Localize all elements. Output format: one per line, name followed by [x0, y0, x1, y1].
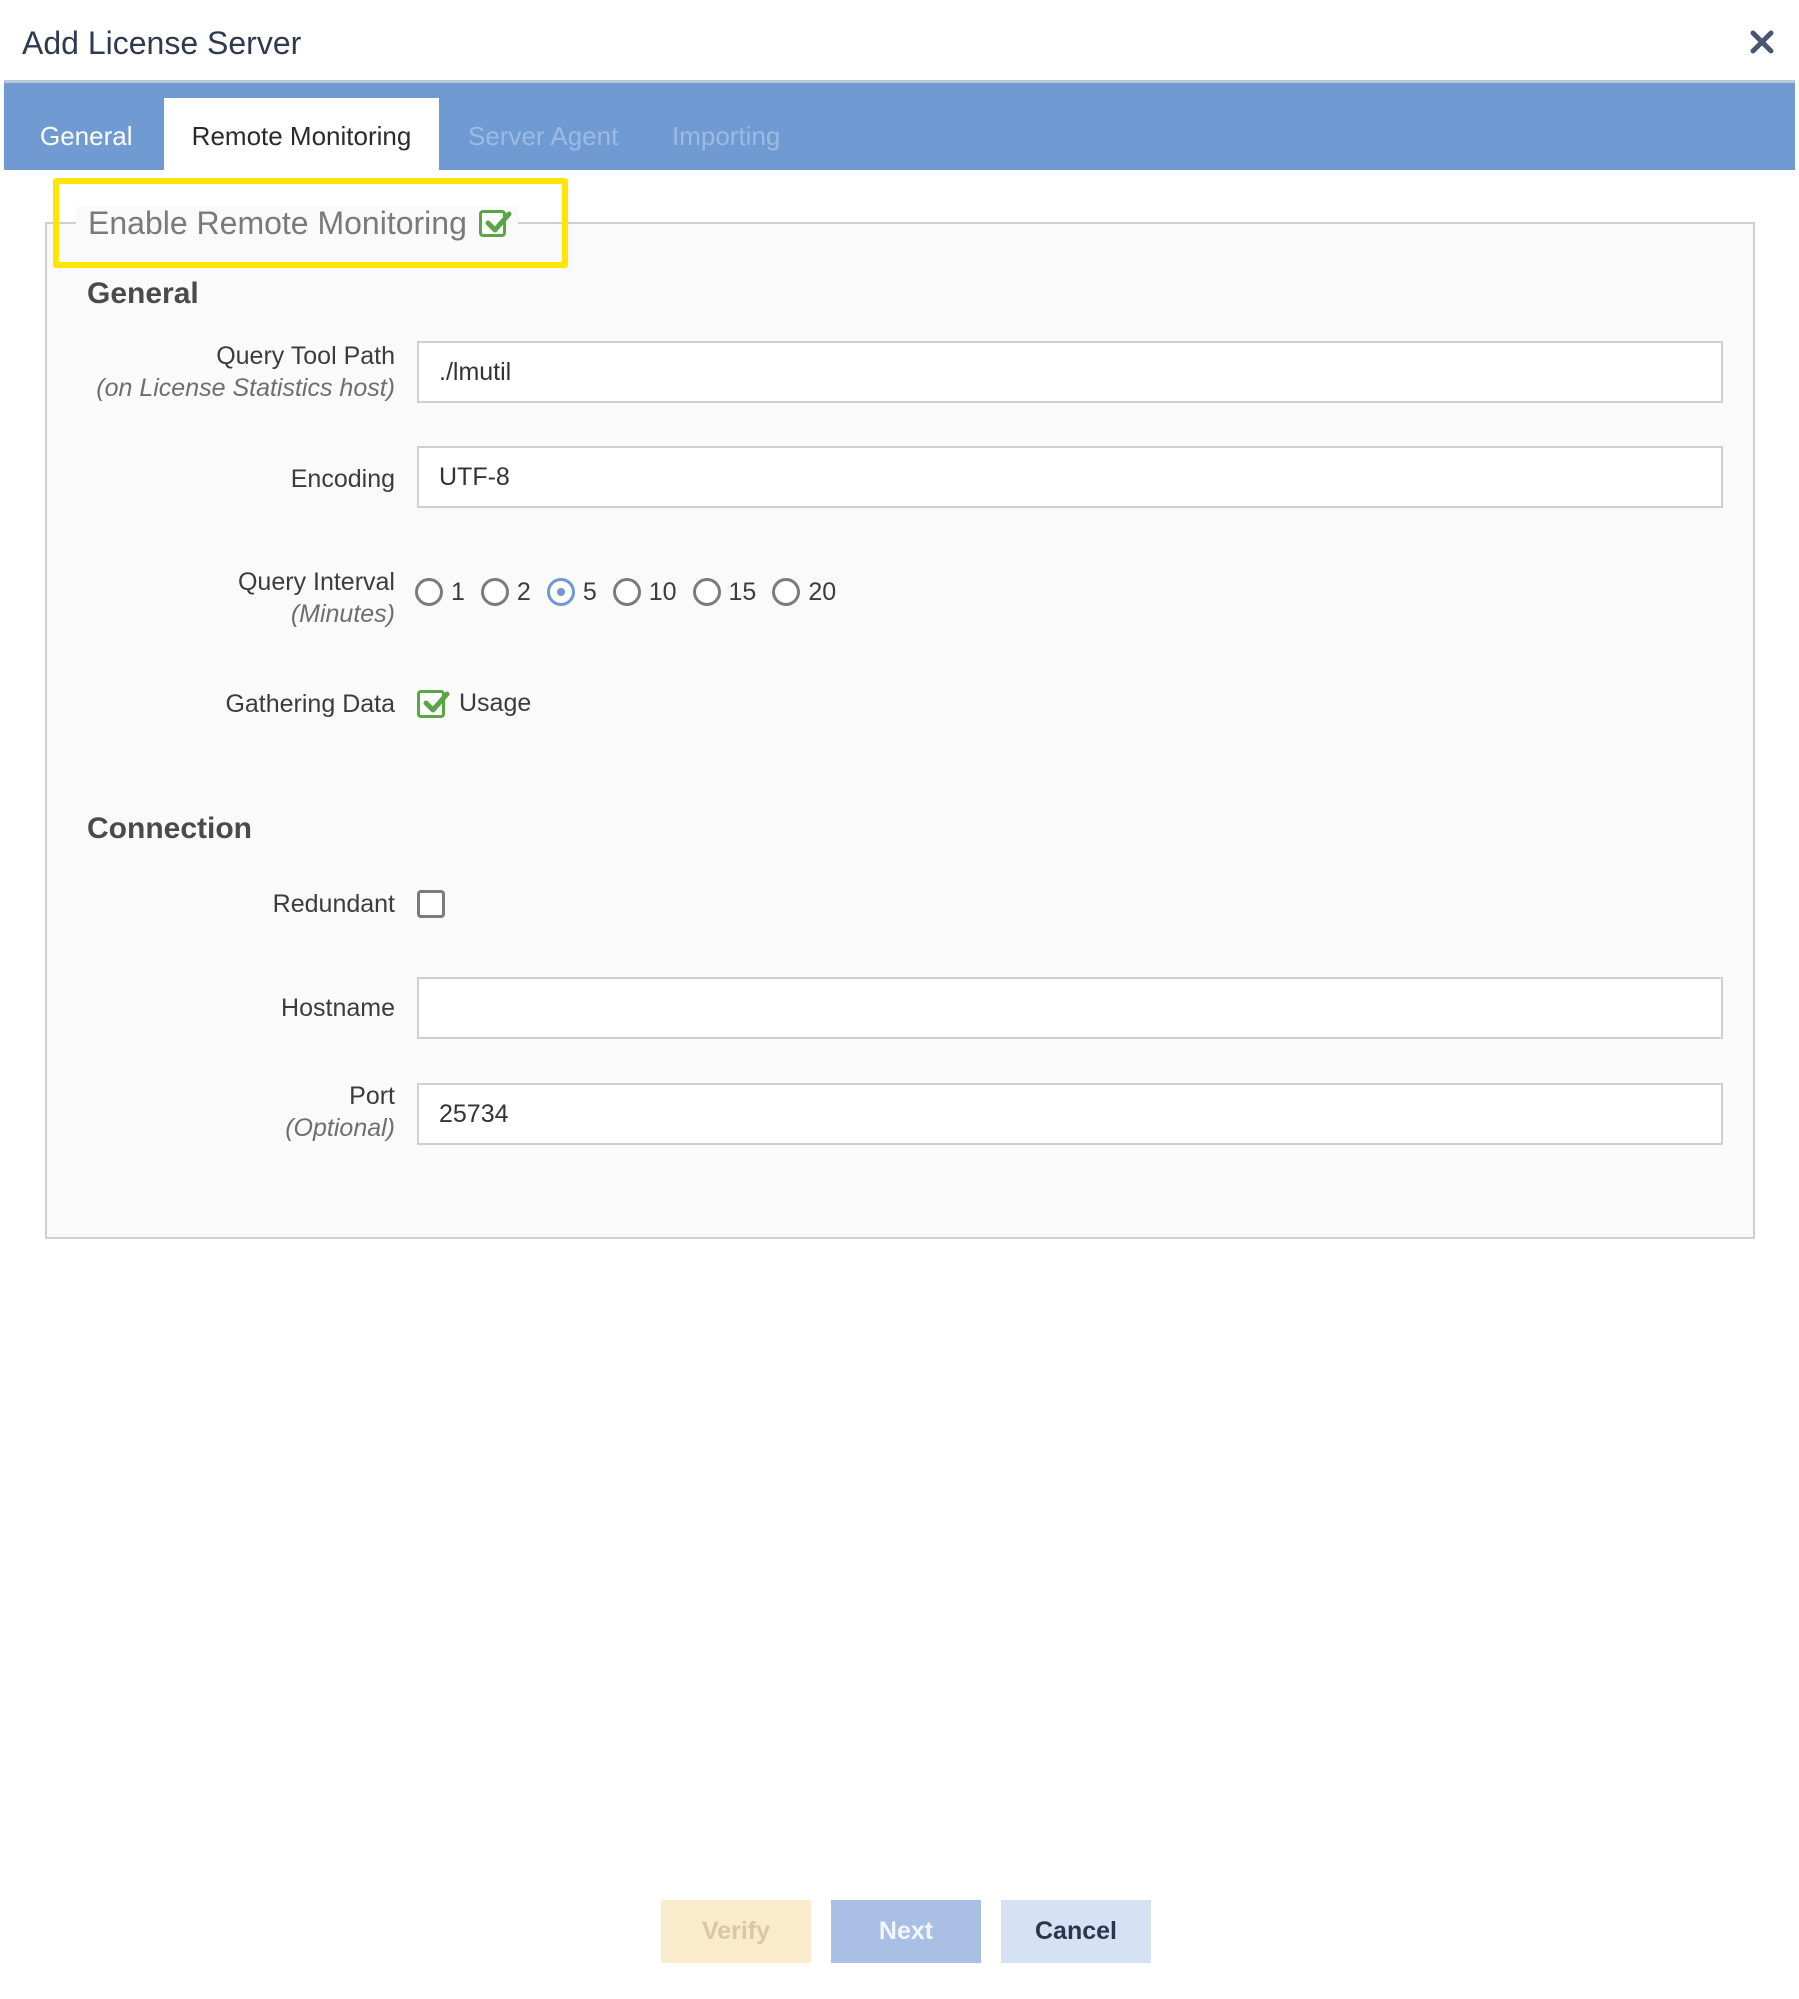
query-tool-path-sublabel: (on License Statistics host) — [96, 374, 395, 402]
dialog-title: Add License Server — [22, 25, 302, 61]
query-interval-sublabel: (Minutes) — [290, 600, 395, 628]
radio-label: 1 — [451, 577, 465, 606]
usage-label: Usage — [459, 689, 532, 717]
radio-label: 2 — [516, 577, 531, 606]
radio-label: 5 — [582, 577, 597, 606]
port-sublabel: (Optional) — [285, 1114, 395, 1142]
query-interval-option[interactable]: 2 — [480, 577, 531, 607]
query-interval-option[interactable]: 1 — [415, 578, 465, 607]
query-interval-option[interactable]: 10 — [612, 577, 677, 607]
close-x-icon — [1750, 30, 1774, 54]
checkmark-icon — [423, 691, 450, 712]
general-section-heading: General — [87, 277, 199, 310]
tab-importing: Importing — [672, 121, 781, 151]
query-tool-path-label-text: Query Tool Path — [216, 342, 395, 370]
radio-button[interactable] — [612, 578, 641, 606]
port-input[interactable] — [417, 1083, 1723, 1145]
query-interval-option[interactable]: 20 — [772, 578, 836, 607]
tab-server-agent: Server Agent — [468, 121, 619, 151]
redundant-checkbox[interactable] — [417, 890, 445, 918]
radio-button[interactable] — [546, 578, 575, 606]
query-interval-radio-group: 1 2 5 10 15 20 — [415, 574, 852, 610]
hostname-label: Hostname — [281, 994, 395, 1022]
tab-remote-monitoring[interactable]: Remote Monitoring — [164, 98, 439, 173]
usage-checkbox[interactable] — [417, 689, 450, 718]
enable-remote-monitoring-checkbox[interactable] — [478, 209, 512, 237]
tab-general[interactable]: General — [40, 98, 133, 173]
close-button[interactable] — [1748, 28, 1776, 56]
radio-button[interactable] — [415, 578, 443, 606]
fieldset-legend: Enable Remote Monitoring — [76, 206, 518, 240]
query-interval-option[interactable]: 5 — [546, 577, 597, 607]
encoding-input[interactable] — [417, 446, 1723, 508]
next-button[interactable]: Next — [831, 1900, 981, 1963]
usage-option[interactable]: Usage — [417, 689, 531, 718]
query-interval-option[interactable]: 15 — [692, 577, 757, 607]
enable-remote-monitoring-label: Enable Remote Monitoring — [88, 205, 467, 241]
cancel-button[interactable]: Cancel — [1001, 1900, 1151, 1963]
query-tool-path-label: Query Tool Path (on License Statistics h… — [96, 340, 395, 404]
radio-button[interactable] — [480, 578, 509, 606]
radio-label: 15 — [728, 577, 757, 606]
verify-button[interactable]: Verify — [661, 1900, 811, 1963]
port-label: Port (Optional) — [285, 1080, 395, 1144]
port-label-text: Port — [349, 1082, 395, 1110]
radio-label: 20 — [808, 577, 837, 606]
redundant-label: Redundant — [272, 890, 395, 918]
query-interval-label-text: Query Interval — [237, 568, 395, 596]
radio-label: 10 — [648, 577, 677, 606]
encoding-label: Encoding — [290, 465, 395, 493]
query-interval-label: Query Interval (Minutes) — [238, 566, 395, 630]
query-tool-path-input[interactable] — [417, 341, 1723, 403]
connection-section-heading: Connection — [87, 812, 252, 845]
radio-button[interactable] — [772, 578, 801, 606]
gathering-data-label: Gathering Data — [225, 690, 395, 718]
hostname-input[interactable] — [417, 977, 1723, 1039]
tab-bar: General Remote Monitoring Server Agent I… — [4, 80, 1795, 173]
checkmark-icon — [485, 211, 512, 232]
radio-button[interactable] — [692, 578, 721, 606]
